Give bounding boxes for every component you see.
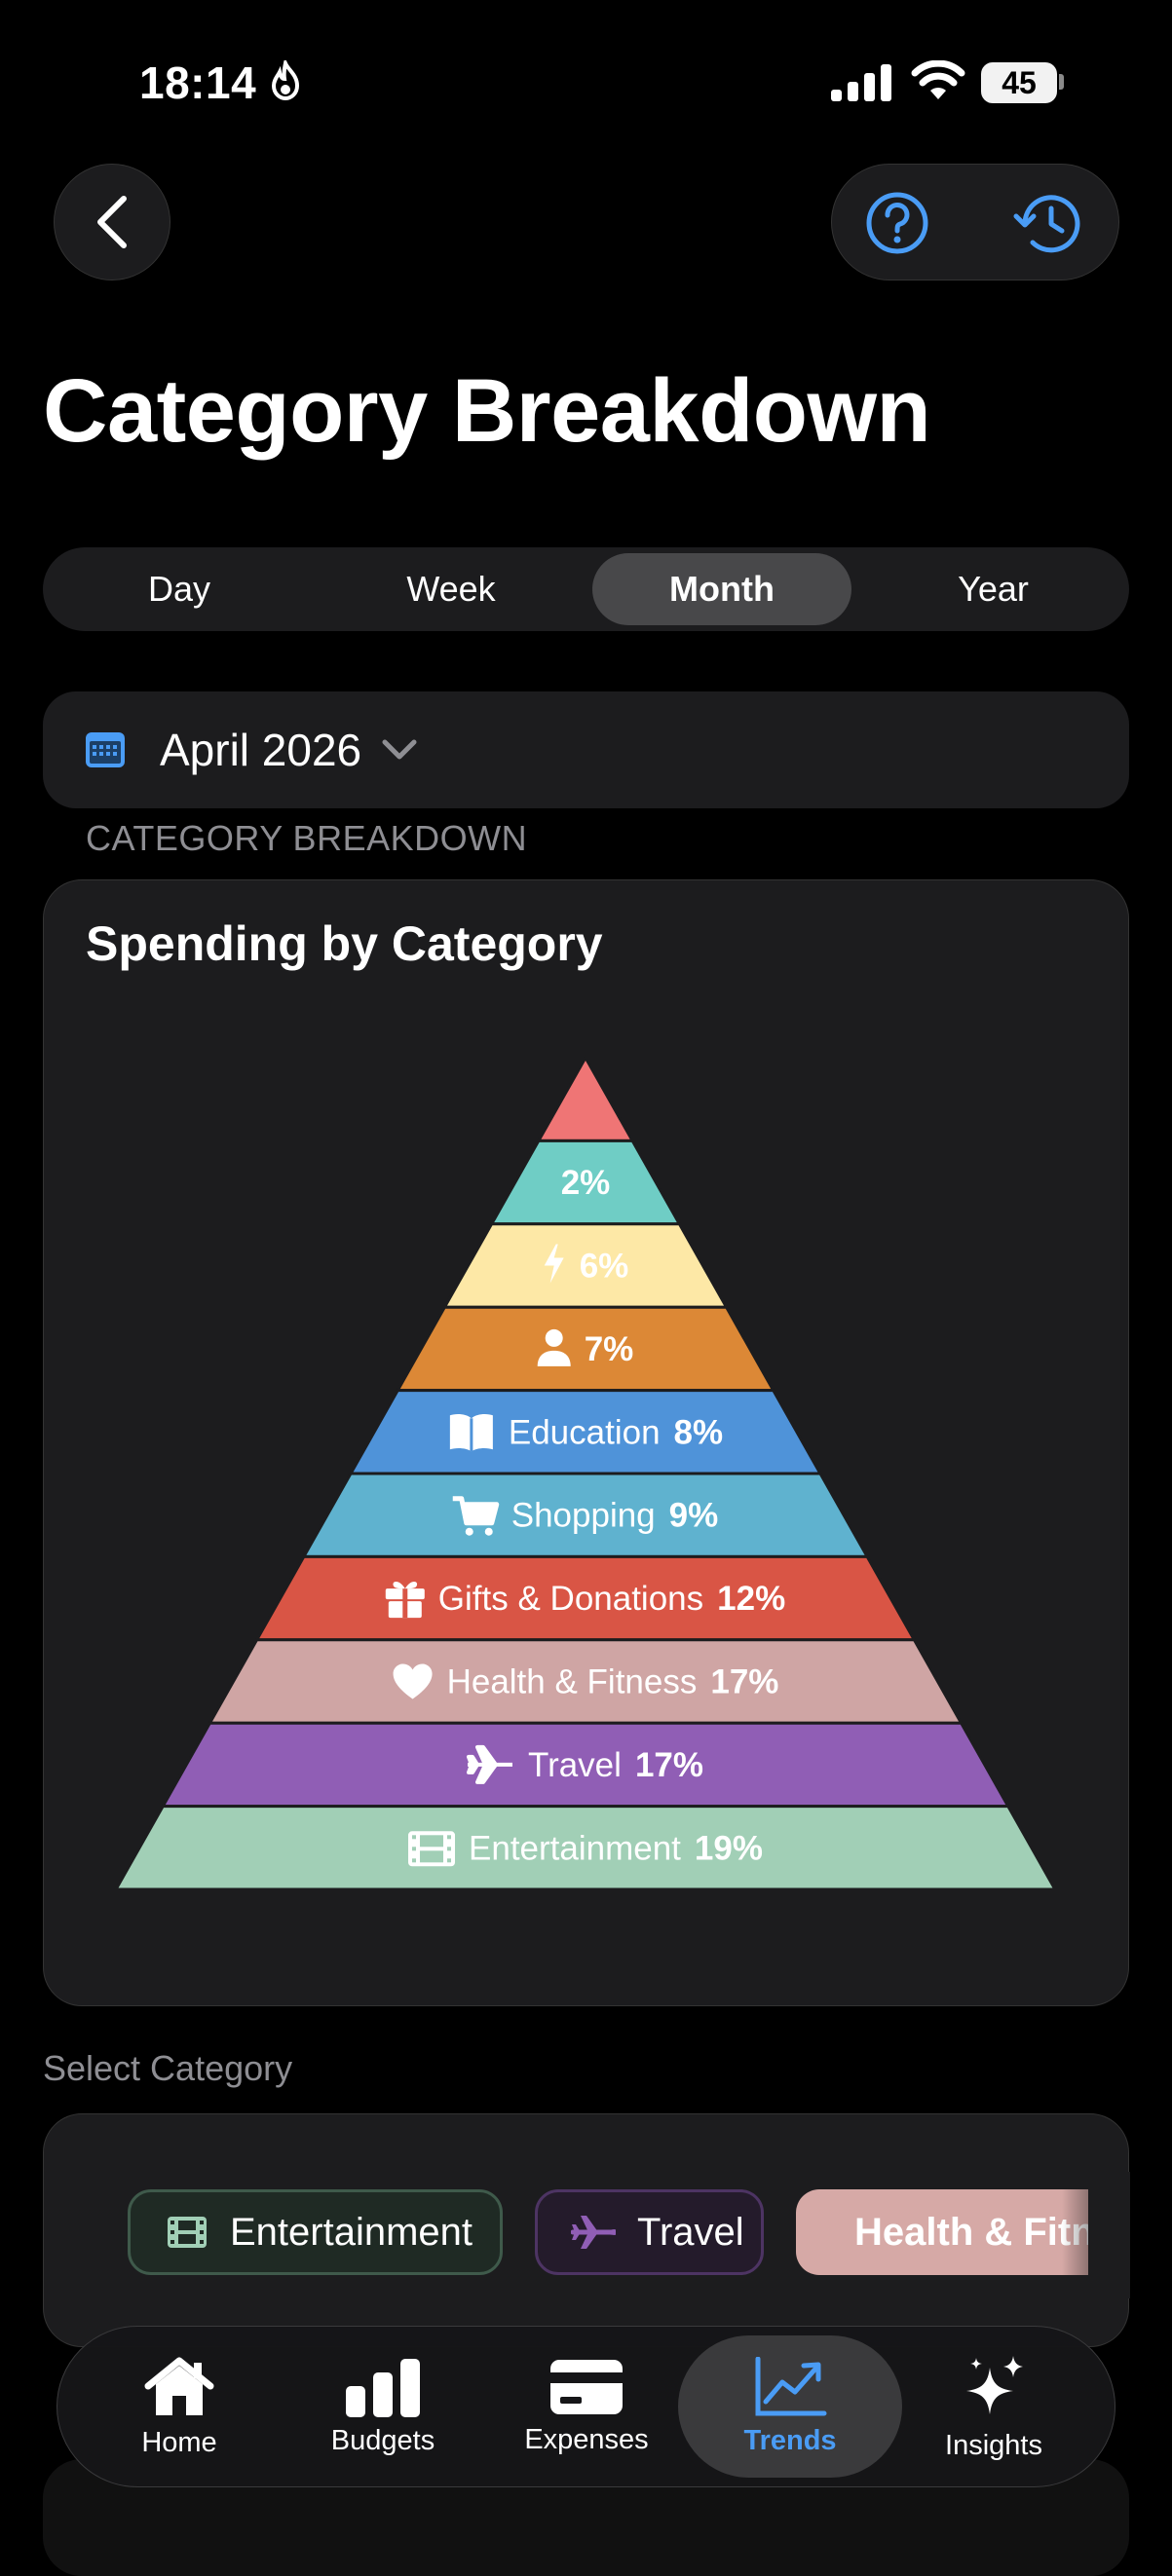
- trend-line-icon: [755, 2356, 827, 2415]
- help-icon[interactable]: [865, 191, 929, 255]
- chevron-left-icon: [97, 196, 127, 248]
- battery-indicator: 45: [981, 62, 1057, 103]
- segment-percent-label: 17%: [710, 1663, 778, 1701]
- segment-category-label: Entertainment: [469, 1829, 681, 1867]
- film-icon: [168, 2217, 207, 2248]
- tab-insights[interactable]: Insights: [911, 2328, 1077, 2485]
- segment-year[interactable]: Year: [857, 547, 1129, 631]
- segment-category-label: Health & Fitness: [447, 1663, 698, 1701]
- status-time: 18:14: [139, 57, 257, 108]
- chip-label: Health & Fitness: [854, 2210, 1088, 2254]
- segment-percent-label: 6%: [580, 1248, 629, 1286]
- segment-percent-label: 7%: [585, 1330, 634, 1368]
- calendar-icon: [86, 732, 125, 767]
- film-icon: [408, 1831, 456, 1867]
- selected-month: April 2026: [160, 725, 362, 775]
- month-picker[interactable]: April 2026: [43, 691, 1129, 808]
- tab-label: Home: [141, 2426, 217, 2458]
- select-category-label: Select Category: [43, 2048, 293, 2088]
- tab-label: Trends: [743, 2424, 837, 2456]
- back-button[interactable]: [54, 164, 170, 280]
- flame-icon: [271, 60, 300, 101]
- page-title: Category Breakdown: [43, 361, 931, 461]
- chip-health-fitness[interactable]: Health & Fitness: [796, 2189, 1088, 2275]
- period-segmented-control: Day Week Month Year: [43, 547, 1129, 631]
- segment-category-label: Shopping: [511, 1497, 656, 1535]
- tab-trends[interactable]: Trends: [707, 2328, 873, 2485]
- segment-category-label: Travel: [528, 1746, 622, 1784]
- pyramid-segment-label: Health & Fitness 17%: [393, 1663, 778, 1701]
- chevron-down-icon: [382, 739, 417, 760]
- segment-category-label: Gifts & Donations: [438, 1580, 703, 1618]
- history-icon[interactable]: [1013, 189, 1087, 257]
- segment-category-label: Education: [509, 1413, 661, 1451]
- tab-expenses[interactable]: Expenses: [504, 2328, 669, 2485]
- chip-label: Entertainment: [230, 2210, 473, 2254]
- pyramid-segment-label: 2%: [561, 1164, 611, 1202]
- cellular-signal-icon: [831, 64, 891, 101]
- tab-budgets[interactable]: Budgets: [300, 2328, 466, 2485]
- segment-percent-label: 2%: [561, 1164, 611, 1202]
- chip-label: Travel: [637, 2210, 744, 2254]
- pyramid-segment-label: Gifts & Donations 12%: [385, 1580, 785, 1619]
- wifi-icon: [911, 60, 965, 99]
- bar-chart-icon: [346, 2358, 420, 2417]
- tab-label: Expenses: [524, 2423, 649, 2455]
- chip-travel[interactable]: Travel: [535, 2189, 764, 2275]
- segment-percent-label: 19%: [695, 1829, 763, 1867]
- airplane-icon: [571, 2216, 616, 2249]
- sparkles-icon: [966, 2355, 1023, 2414]
- chart-title: Spending by Category: [86, 916, 603, 971]
- tab-label: Insights: [945, 2429, 1042, 2461]
- pyramid-segment-label: Education 8%: [449, 1413, 724, 1452]
- battery-cap: [1059, 74, 1064, 90]
- segment-day[interactable]: Day: [43, 547, 316, 631]
- credit-card-icon: [550, 2359, 623, 2414]
- book-icon: [449, 1414, 493, 1452]
- segment-percent-label: 9%: [669, 1497, 719, 1535]
- segment-percent-label: 17%: [635, 1746, 703, 1784]
- segment-percent-label: 12%: [717, 1580, 785, 1618]
- chips-fade: [1062, 2172, 1130, 2298]
- segment-week[interactable]: Week: [316, 547, 586, 631]
- segment-percent-label: 8%: [674, 1413, 724, 1451]
- house-icon: [144, 2357, 214, 2415]
- segment-month[interactable]: Month: [592, 553, 851, 625]
- section-label: CATEGORY BREAKDOWN: [86, 818, 528, 858]
- tab-label: Budgets: [330, 2424, 435, 2456]
- chip-entertainment[interactable]: Entertainment: [128, 2189, 503, 2275]
- tab-home[interactable]: Home: [96, 2328, 262, 2485]
